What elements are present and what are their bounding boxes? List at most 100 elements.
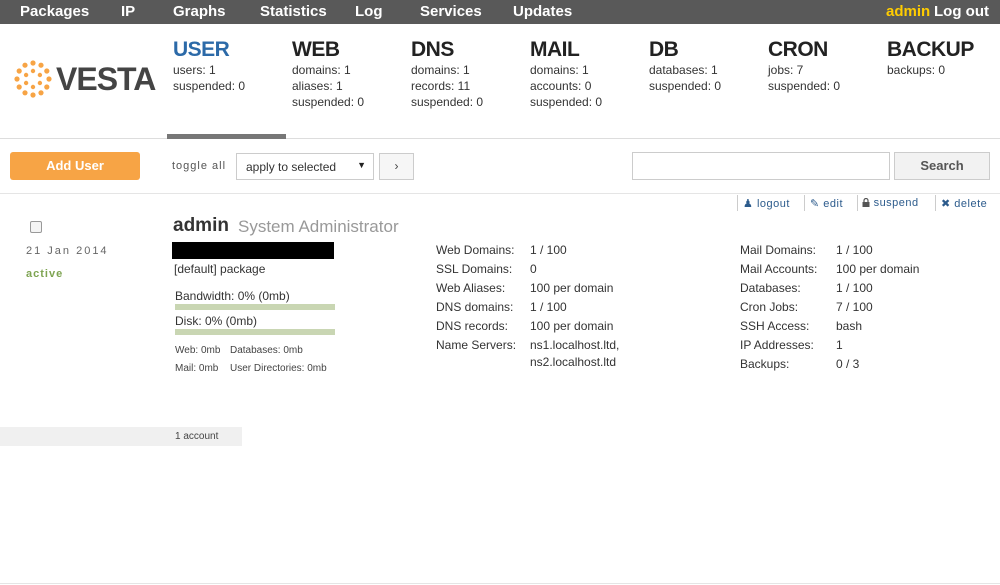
tab-stat: suspended: 0	[411, 95, 484, 109]
stat-key: SSL Domains:	[436, 262, 513, 276]
nav-graphs[interactable]: Graphs	[173, 3, 226, 20]
page-divider	[0, 583, 1000, 584]
stat-value: 100 per domain	[530, 281, 614, 295]
nav-statistics[interactable]: Statistics	[260, 3, 327, 20]
current-user-link[interactable]: admin	[886, 3, 930, 20]
usage-mail: Mail: 0mb	[175, 363, 219, 374]
account-count: 1 account	[175, 431, 219, 442]
header: VESTA USER users: 1 suspended: 0 WEB dom…	[0, 24, 1000, 139]
tab-title: WEB	[292, 38, 340, 61]
stat-key: Web Domains:	[436, 243, 515, 257]
bandwidth-bar	[175, 304, 335, 310]
stat-value: 1 / 100	[836, 281, 873, 295]
edit-action-label: edit	[823, 198, 844, 210]
stat-key: DNS records:	[436, 319, 509, 333]
redacted-email	[172, 242, 334, 259]
tab-stat: databases: 1	[649, 63, 718, 77]
apply-bulk-button[interactable]: ›	[379, 153, 414, 180]
toolbar: Add User toggle all apply to selected ▼ …	[0, 140, 1000, 194]
close-icon: ✖	[941, 198, 951, 210]
user-package: [default] package	[174, 262, 266, 276]
tab-stat: accounts: 0	[530, 79, 592, 93]
stat-key: DNS domains:	[436, 300, 514, 314]
search-button[interactable]: Search	[894, 152, 990, 180]
stat-value: ns1.localhost.ltd,	[530, 338, 620, 352]
active-tab-indicator	[167, 134, 286, 139]
user-date: 21 Jan 2014	[26, 245, 109, 257]
vesta-logo[interactable]: VESTA	[13, 59, 156, 99]
row-checkbox[interactable]	[30, 221, 42, 233]
stat-key: Mail Domains:	[740, 243, 817, 257]
tab-stat: suspended: 0	[530, 95, 603, 109]
tab-stat: suspended: 0	[649, 79, 722, 93]
action-divider	[804, 195, 805, 211]
stat-key: Databases:	[740, 281, 801, 295]
tab-stat: domains: 1	[411, 63, 470, 77]
tab-dns[interactable]: DNS domains: 1 records: 11 suspended: 0	[411, 38, 483, 110]
nav-services[interactable]: Services	[420, 3, 482, 20]
bulk-action-select[interactable]: apply to selected ▼	[236, 153, 374, 180]
bulk-action-value: apply to selected	[246, 160, 337, 174]
toggle-all-link[interactable]: toggle all	[172, 160, 226, 172]
nav-ip[interactable]: IP	[121, 3, 135, 20]
tab-title: BACKUP	[887, 38, 974, 61]
delete-action[interactable]: ✖ delete	[941, 197, 987, 210]
tab-stat: domains: 1	[530, 63, 589, 77]
logout-link[interactable]: Log out	[934, 3, 989, 20]
usage-databases: Databases: 0mb	[230, 345, 303, 356]
tab-backup[interactable]: BACKUP backups: 0	[887, 38, 974, 78]
nav-log[interactable]: Log	[355, 3, 383, 20]
tab-web[interactable]: WEB domains: 1 aliases: 1 suspended: 0	[292, 38, 364, 110]
disk-label: Disk: 0% (0mb)	[175, 314, 258, 328]
tab-title: USER	[173, 38, 230, 61]
action-divider	[857, 195, 858, 211]
disk-bar	[175, 329, 335, 335]
tab-stat: users: 1	[173, 63, 216, 77]
vesta-logo-icon	[14, 60, 52, 98]
lock-icon	[862, 197, 870, 207]
pencil-icon: ✎	[810, 198, 820, 210]
delete-action-label: delete	[954, 198, 988, 210]
usage-directories: User Directories: 0mb	[230, 363, 327, 374]
stat-value: 1	[836, 338, 843, 352]
nav-packages[interactable]: Packages	[20, 3, 89, 20]
status-badge: active	[26, 268, 64, 280]
triangle-down-icon: ▼	[357, 160, 366, 170]
top-nav: Packages IP Graphs Statistics Log Servic…	[0, 0, 1000, 24]
add-user-button[interactable]: Add User	[10, 152, 140, 180]
tab-stat: jobs: 7	[768, 63, 804, 77]
logout-action-label: logout	[756, 198, 790, 210]
stat-value: 100 per domain	[530, 319, 614, 333]
tab-stat: aliases: 1	[292, 79, 343, 93]
stat-value: 1 / 100	[530, 300, 567, 314]
tab-db[interactable]: DB databases: 1 suspended: 0	[649, 38, 721, 94]
nav-updates[interactable]: Updates	[513, 3, 572, 20]
bandwidth-label: Bandwidth: 0% (0mb)	[175, 289, 290, 303]
stat-key: IP Addresses:	[740, 338, 814, 352]
tab-stat: suspended: 0	[292, 95, 365, 109]
logout-action[interactable]: ♟ logout	[743, 197, 790, 210]
search-input[interactable]	[632, 152, 890, 180]
stat-key: Cron Jobs:	[740, 300, 799, 314]
usage-web: Web: 0mb	[175, 345, 221, 356]
tab-stat: suspended: 0	[173, 79, 246, 93]
tab-user[interactable]: USER users: 1 suspended: 0	[173, 38, 245, 94]
stat-value: bash	[836, 319, 863, 333]
stat-key: Mail Accounts:	[740, 262, 818, 276]
tab-cron[interactable]: CRON jobs: 7 suspended: 0	[768, 38, 840, 94]
stat-value: 7 / 100	[836, 300, 873, 314]
action-divider	[737, 195, 738, 211]
stat-value: 1 / 100	[530, 243, 567, 257]
user-fullname: System Administrator	[238, 217, 399, 236]
tab-title: DNS	[411, 38, 454, 61]
tab-mail[interactable]: MAIL domains: 1 accounts: 0 suspended: 0	[530, 38, 602, 110]
suspend-action-label: suspend	[873, 197, 919, 209]
stat-key: Backups:	[740, 357, 790, 371]
username: admin	[173, 215, 229, 236]
action-divider	[935, 195, 936, 211]
edit-action[interactable]: ✎ edit	[810, 197, 843, 210]
tab-stat: domains: 1	[292, 63, 351, 77]
suspend-action[interactable]: suspend	[862, 197, 919, 209]
stat-value: 0 / 3	[836, 357, 860, 371]
account-count-bar: 1 account	[0, 427, 242, 446]
